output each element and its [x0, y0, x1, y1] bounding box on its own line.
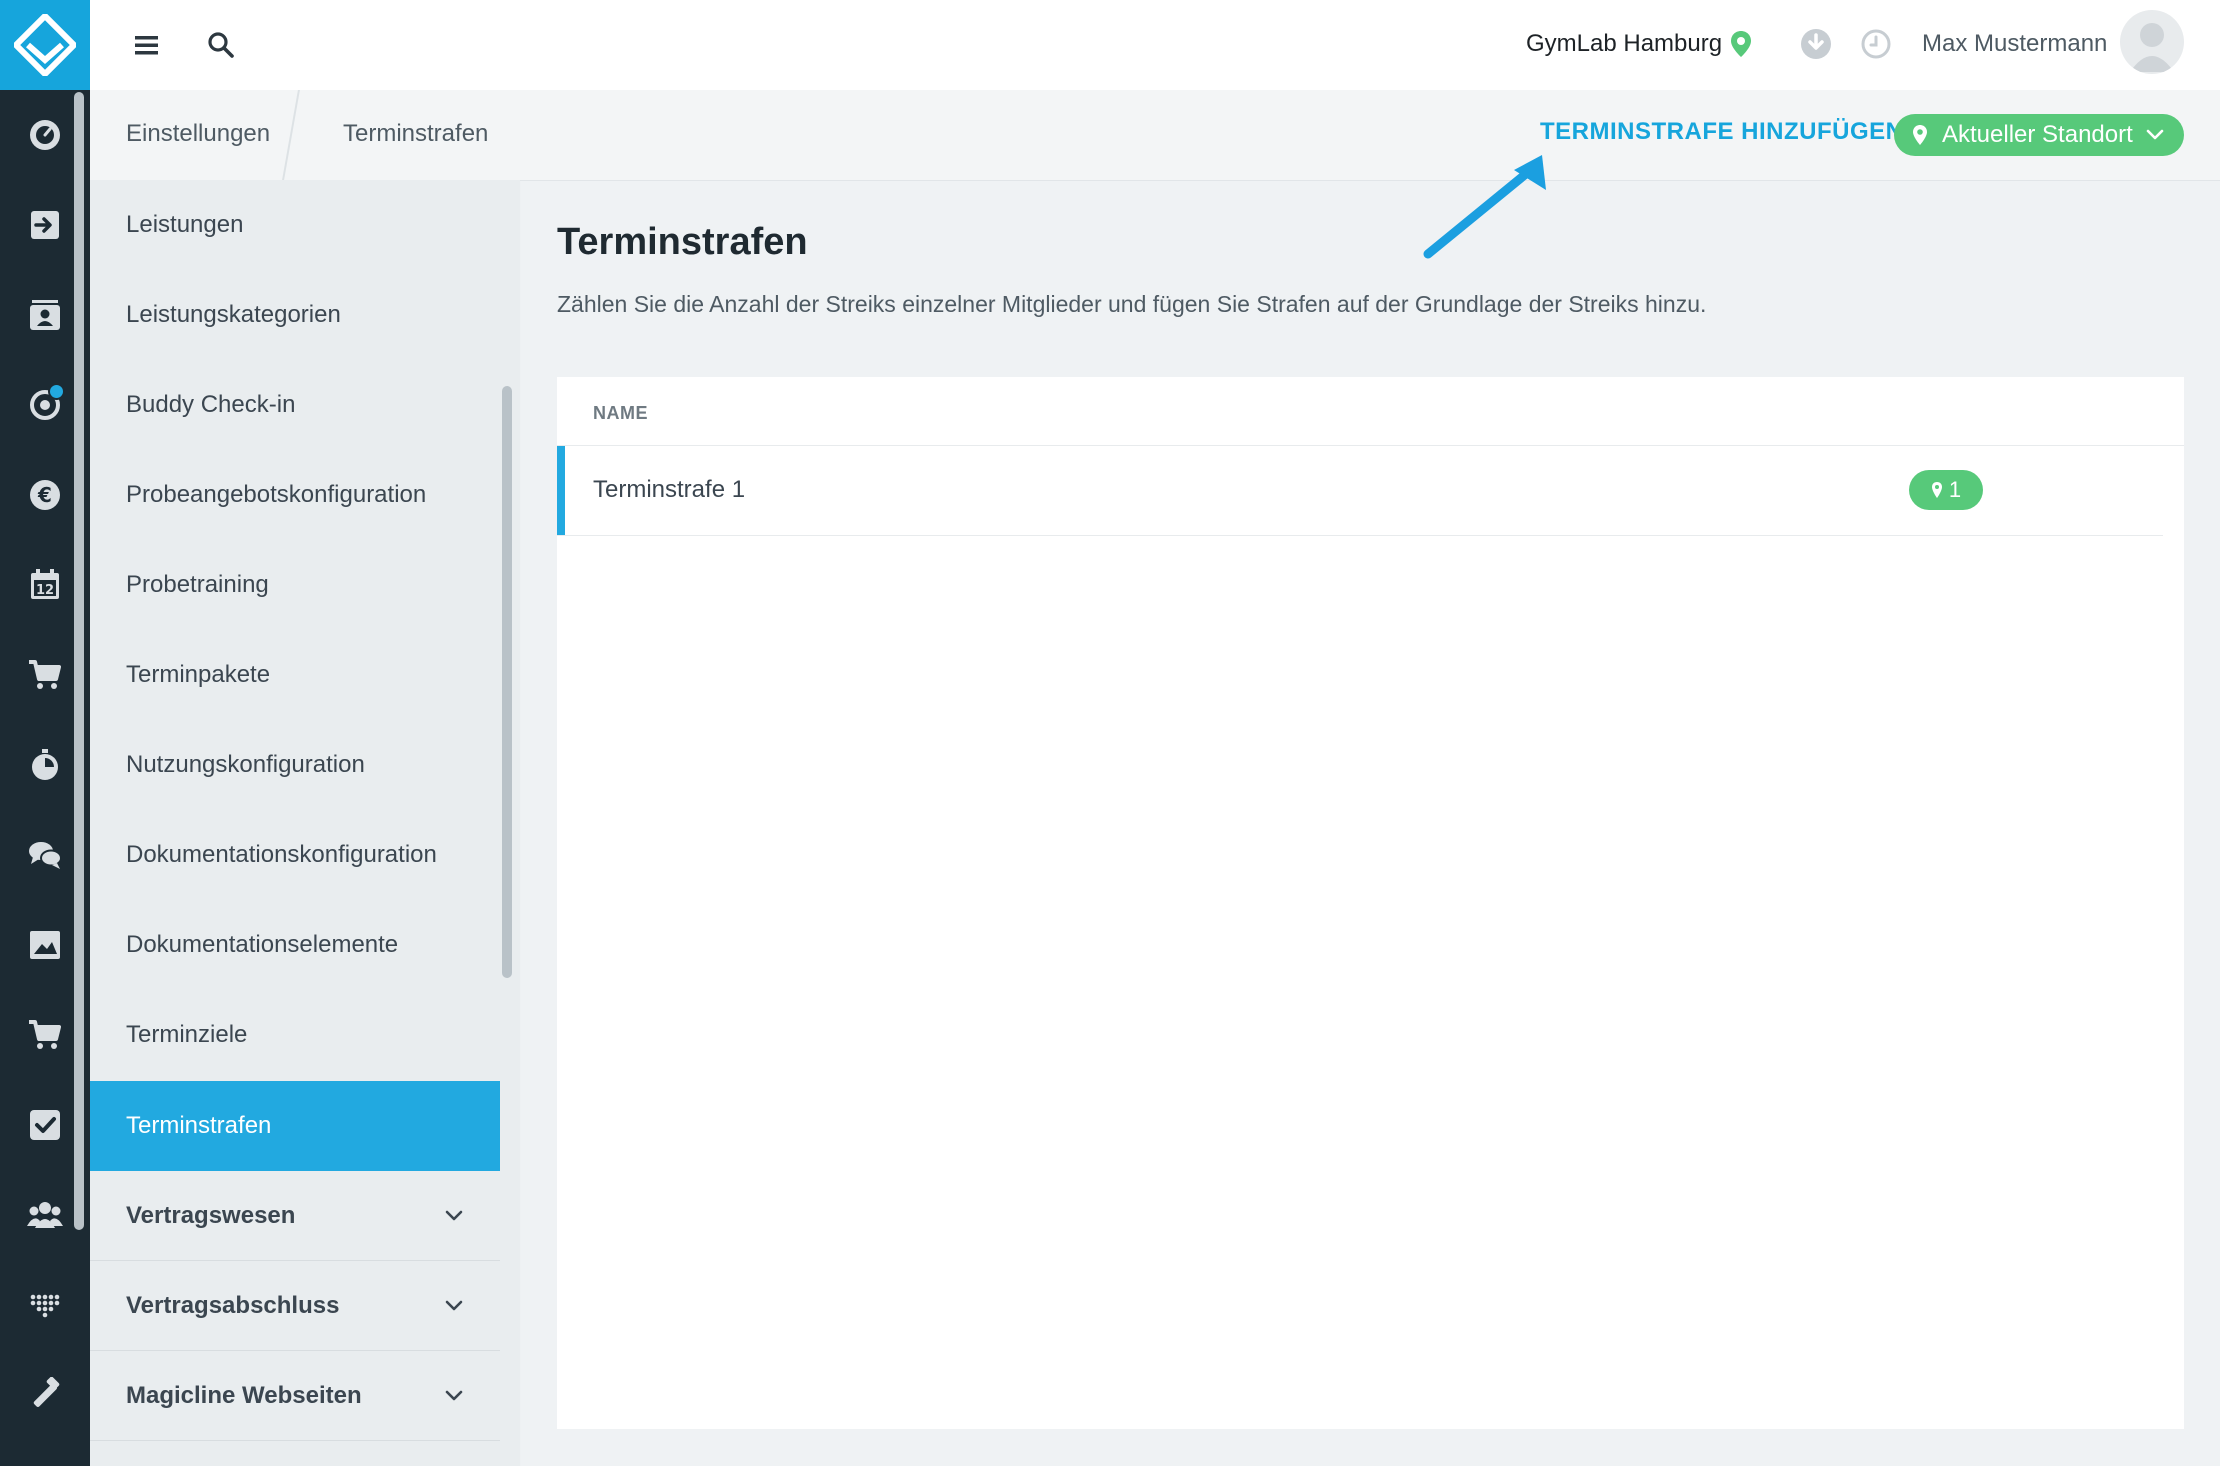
sidebar-scrollbar[interactable] [502, 386, 512, 978]
calendar-icon[interactable]: 12 [25, 565, 65, 605]
breadcrumb-separator [282, 90, 300, 180]
tools-icon[interactable] [25, 1375, 65, 1415]
add-penalty-button[interactable]: TERMINSTRAFE HINZUFÜGEN [1540, 118, 1903, 146]
sidebar-group-vertragswesen[interactable]: Vertragswesen [90, 1171, 500, 1261]
sidebar-group-label: Vertragsabschluss [126, 1291, 340, 1319]
breadcrumb: Einstellungen Terminstrafen TERMINSTRAFE… [90, 90, 2220, 181]
logo[interactable] [0, 0, 90, 90]
sidebar-item-probetraining[interactable]: Probetraining [90, 540, 500, 630]
sidebar-item-buddy-checkin[interactable]: Buddy Check-in [90, 360, 500, 450]
sidebar-item-label: Terminstrafen [126, 1112, 272, 1139]
sidebar-item-label: Terminziele [126, 1021, 248, 1048]
notification-dot [48, 383, 65, 400]
sidebar-item-terminstrafen[interactable]: Terminstrafen [90, 1081, 500, 1171]
sidebar-item-label: Dokumentationskonfiguration [126, 841, 437, 868]
location-count-badge: 1 [1909, 470, 1983, 510]
sidebar-group-vertragsabschluss[interactable]: Vertragsabschluss [90, 1261, 500, 1351]
avatar[interactable] [2120, 10, 2184, 74]
chevron-down-icon [445, 1300, 463, 1310]
checkbox-icon[interactable] [25, 1105, 65, 1145]
location-count: 1 [1948, 477, 1962, 502]
menu-icon[interactable] [130, 28, 164, 62]
chevron-down-icon [445, 1210, 463, 1220]
sidebar-item-dokumentationselemente[interactable]: Dokumentationselemente [90, 900, 500, 990]
page-description: Zählen Sie die Anzahl der Streiks einzel… [557, 291, 1707, 317]
sidebar-item-label: Probetraining [126, 571, 269, 598]
svg-text:12: 12 [36, 583, 54, 598]
sidebar-item-dokumentationskonfiguration[interactable]: Dokumentationskonfiguration [90, 810, 500, 900]
download-icon[interactable] [1800, 28, 1832, 60]
icon-rail: € 12 [0, 0, 90, 1466]
penalties-table: NAME Terminstrafe 1 1 [557, 377, 2184, 1429]
settings-sidebar: Leistungen Leistungskategorien Buddy Che… [90, 180, 520, 1466]
studio-name[interactable]: GymLab Hamburg [1526, 30, 1722, 58]
location-dropdown-label: Aktueller Standort [1942, 121, 2133, 148]
sidebar-item-terminpakete[interactable]: Terminpakete [90, 630, 500, 720]
sidebar-item-probeangebotskonfiguration[interactable]: Probeangebotskonfiguration [90, 450, 500, 540]
breadcrumb-item-current: Terminstrafen [343, 120, 489, 147]
row-name: Terminstrafe 1 [593, 476, 746, 503]
cart-icon[interactable] [25, 655, 65, 695]
user-name[interactable]: Max Mustermann [1922, 30, 2107, 58]
annotation-arrow-icon [1423, 155, 1546, 259]
shop-icon[interactable] [25, 1015, 65, 1055]
sidebar-group-label: Vertragswesen [126, 1201, 296, 1229]
image-icon[interactable] [25, 925, 65, 965]
sidebar-item-label: Dokumentationselemente [126, 931, 399, 958]
group-icon[interactable] [25, 1195, 65, 1235]
chevron-down-icon [2146, 129, 2164, 140]
logo-icon [14, 14, 76, 76]
members-icon[interactable] [25, 295, 65, 335]
sidebar-group-label: Magicline Webseiten [126, 1381, 362, 1409]
location-dropdown[interactable]: Aktueller Standort [1894, 114, 2184, 156]
clock-icon[interactable] [1860, 28, 1892, 60]
svg-text:€: € [37, 483, 52, 507]
stopwatch-icon[interactable] [25, 745, 65, 785]
sidebar-item-label: Leistungen [126, 211, 244, 238]
chat-icon[interactable] [25, 835, 65, 875]
sidebar-item-label: Nutzungskonfiguration [126, 751, 365, 778]
breadcrumb-item-einstellungen[interactable]: Einstellungen [126, 120, 270, 148]
target-icon[interactable] [25, 383, 65, 425]
sidebar-item-label: Probeangebotskonfiguration [126, 481, 427, 508]
table-row[interactable]: Terminstrafe 1 1 [557, 446, 2163, 536]
sidebar-item-nutzungskonfiguration[interactable]: Nutzungskonfiguration [90, 720, 500, 810]
row-accent [557, 446, 565, 535]
location-pin-icon [1730, 30, 1752, 58]
dashboard-icon[interactable] [25, 115, 65, 155]
sidebar-item-leistungskategorien[interactable]: Leistungskategorien [90, 270, 500, 360]
main-content: Terminstrafen Zählen Sie die Anzahl der … [521, 181, 2220, 1466]
sidebar-item-label: Buddy Check-in [126, 391, 296, 418]
sidebar-item-label: Terminpakete [126, 661, 271, 688]
checkin-icon[interactable] [25, 205, 65, 245]
euro-icon[interactable]: € [25, 475, 65, 515]
search-icon[interactable] [204, 28, 238, 62]
page-title: Terminstrafen [557, 221, 808, 263]
dots-grid-icon[interactable] [25, 1285, 65, 1325]
rail-scrollbar[interactable] [74, 92, 84, 1230]
sidebar-group-magicline-webseiten[interactable]: Magicline Webseiten [90, 1351, 500, 1441]
location-pin-icon [1913, 125, 1927, 145]
chevron-down-icon [445, 1390, 463, 1400]
sidebar-item-leistungen[interactable]: Leistungen [90, 180, 500, 270]
sidebar-item-terminziele[interactable]: Terminziele [90, 990, 500, 1080]
location-pin-icon [1931, 482, 1942, 498]
sidebar-item-label: Leistungskategorien [126, 301, 341, 328]
column-header-name[interactable]: NAME [593, 403, 648, 424]
top-header: GymLab Hamburg Max Mustermann [90, 0, 2220, 90]
